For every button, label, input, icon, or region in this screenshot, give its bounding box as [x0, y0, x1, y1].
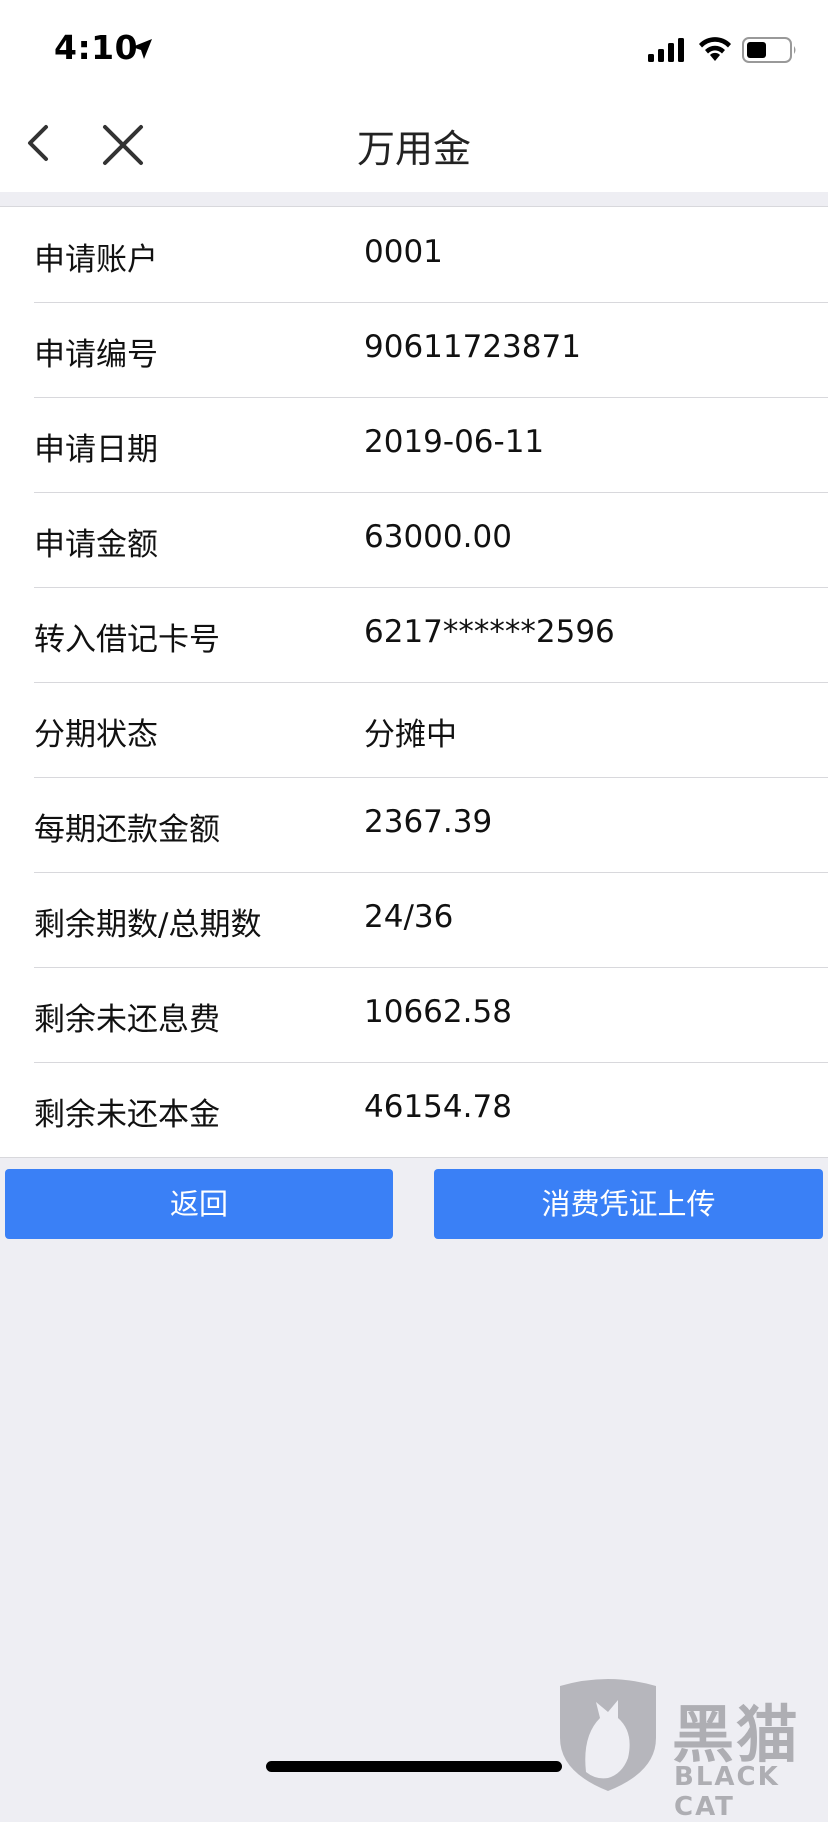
watermark-subtext: BLACK CAT — [674, 1762, 780, 1822]
row-value: 90611723871 — [364, 329, 581, 365]
detail-row-debit-card: 转入借记卡号 6217******2596 — [0, 587, 828, 682]
row-label: 申请金额 — [34, 527, 158, 563]
detail-row-account: 申请账户 0001 — [0, 207, 828, 302]
detail-row-application-number: 申请编号 90611723871 — [0, 302, 828, 397]
row-label: 剩余未还息费 — [34, 1002, 220, 1038]
black-cat-logo-icon — [560, 1679, 656, 1791]
detail-row-installment-status: 分期状态 分摊中 — [0, 682, 828, 777]
row-value: 2367.39 — [364, 804, 493, 840]
detail-row-period-payment: 每期还款金额 2367.39 — [0, 777, 828, 872]
nav-bar: 万用金 — [0, 96, 828, 192]
row-label: 申请账户 — [34, 242, 158, 278]
detail-list: 申请账户 0001 申请编号 90611723871 申请日期 2019-06-… — [0, 206, 828, 1158]
location-arrow-icon — [132, 39, 152, 59]
upload-receipt-button[interactable]: 消费凭证上传 — [434, 1169, 823, 1239]
row-label: 剩余未还本金 — [34, 1097, 220, 1133]
row-value: 46154.78 — [364, 1089, 512, 1125]
row-value: 24/36 — [364, 899, 454, 935]
close-icon[interactable] — [100, 122, 146, 168]
signal-icon — [648, 38, 684, 62]
back-button[interactable]: 返回 — [5, 1169, 393, 1239]
row-label: 每期还款金额 — [34, 812, 220, 848]
row-label: 申请编号 — [34, 337, 158, 373]
page-title: 万用金 — [356, 127, 471, 171]
status-bar: 4:10 — [0, 0, 828, 96]
battery-icon — [742, 37, 796, 63]
row-value: 2019-06-11 — [364, 424, 545, 460]
row-value: 分摊中 — [364, 717, 457, 753]
row-value: 0001 — [364, 234, 443, 270]
watermark-text: 黑猫 — [672, 1698, 801, 1771]
row-label: 转入借记卡号 — [34, 622, 220, 658]
detail-row-application-amount: 申请金额 63000.00 — [0, 492, 828, 587]
detail-row-remaining-fees: 剩余未还息费 10662.58 — [0, 967, 828, 1062]
status-time: 4:10 — [54, 28, 139, 67]
row-label: 剩余期数/总期数 — [34, 907, 262, 943]
chevron-left-icon[interactable] — [24, 121, 54, 165]
row-value: 6217******2596 — [364, 614, 615, 650]
wifi-icon — [699, 37, 731, 61]
row-value: 10662.58 — [364, 994, 512, 1030]
detail-row-remaining-periods: 剩余期数/总期数 24/36 — [0, 872, 828, 967]
row-label: 申请日期 — [34, 432, 158, 468]
detail-row-application-date: 申请日期 2019-06-11 — [0, 397, 828, 492]
detail-row-remaining-principal: 剩余未还本金 46154.78 — [0, 1062, 828, 1157]
row-value: 63000.00 — [364, 519, 512, 555]
row-label: 分期状态 — [34, 717, 158, 753]
watermark: 黑猫 BLACK CAT — [556, 1676, 828, 1822]
home-indicator[interactable] — [266, 1761, 562, 1772]
